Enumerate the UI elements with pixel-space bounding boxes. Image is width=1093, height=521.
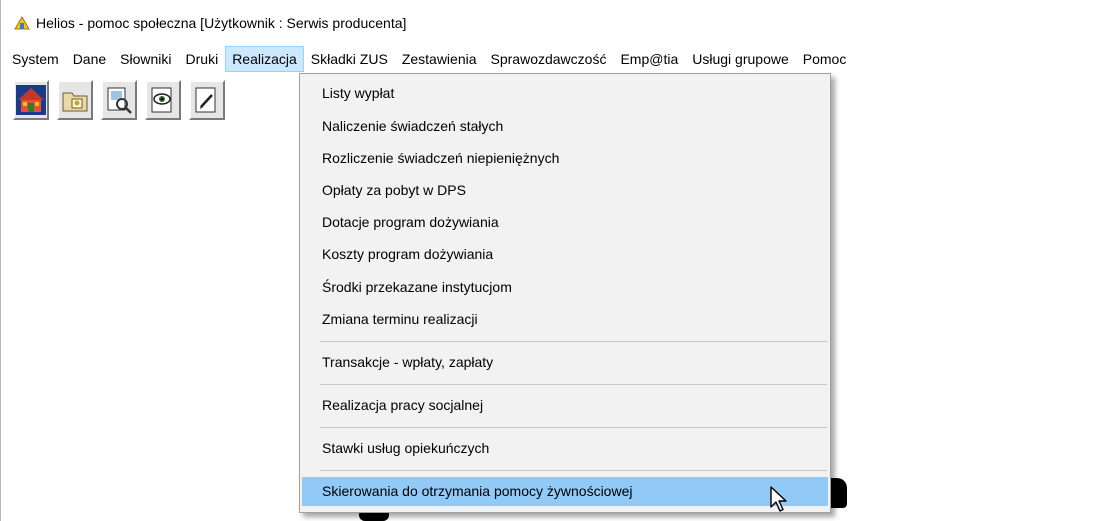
mouse-pointer-icon bbox=[770, 486, 787, 512]
menu-item-oplaty-dps[interactable]: Opłaty za pobyt w DPS bbox=[302, 176, 828, 205]
window-title: Helios - pomoc społeczna [Użytkownik : S… bbox=[36, 15, 407, 31]
menu-emptia[interactable]: Emp@tia bbox=[613, 46, 685, 72]
menu-separator bbox=[320, 384, 827, 385]
edit-document-button[interactable] bbox=[189, 80, 225, 120]
menu-sprawozdawczosc[interactable]: Sprawozdawczość bbox=[484, 46, 614, 72]
menu-dane[interactable]: Dane bbox=[66, 46, 113, 72]
menu-separator bbox=[320, 427, 827, 428]
menu-item-transakcje[interactable]: Transakcje - wpłaty, zapłaty bbox=[302, 348, 828, 377]
home-button[interactable] bbox=[13, 80, 49, 120]
document-search-icon bbox=[107, 87, 132, 114]
menu-zestawienia[interactable]: Zestawienia bbox=[395, 46, 484, 72]
menu-skladki-zus[interactable]: Składki ZUS bbox=[304, 46, 395, 72]
title-bar: Helios - pomoc społeczna [Użytkownik : S… bbox=[1, 10, 1093, 36]
menu-druki[interactable]: Druki bbox=[179, 46, 226, 72]
menu-separator bbox=[320, 470, 827, 471]
folder-icon bbox=[62, 92, 88, 112]
document-edit-icon bbox=[195, 87, 216, 113]
search-document-button[interactable] bbox=[101, 80, 137, 120]
menu-realizacja[interactable]: Realizacja bbox=[225, 46, 304, 72]
menu-item-zmiana-terminu[interactable]: Zmiana terminu realizacji bbox=[302, 305, 828, 334]
menu-bar: System Dane Słowniki Druki Realizacja Sk… bbox=[1, 46, 1093, 72]
menu-item-listy-wyplat[interactable]: Listy wypłat bbox=[302, 79, 828, 108]
menu-item-praca-socjalna[interactable]: Realizacja pracy socjalnej bbox=[302, 391, 828, 420]
toolbar bbox=[13, 80, 225, 128]
menu-system[interactable]: System bbox=[5, 46, 66, 72]
menu-item-srodki-instytucjom[interactable]: Środki przekazane instytucjom bbox=[302, 273, 828, 302]
menu-uslugi-grupowe[interactable]: Usługi grupowe bbox=[685, 46, 796, 72]
menu-item-rozliczenie-swiadczen[interactable]: Rozliczenie świadczeń niepieniężnych bbox=[302, 144, 828, 173]
menu-item-dotacje-dozywiania[interactable]: Dotacje program dożywiania bbox=[302, 208, 828, 237]
view-document-button[interactable] bbox=[145, 80, 181, 120]
app-logo-icon bbox=[14, 16, 30, 30]
menu-pomoc[interactable]: Pomoc bbox=[796, 46, 854, 72]
menu-slowniki[interactable]: Słowniki bbox=[113, 46, 178, 72]
menu-item-naliczenie-swiadczen[interactable]: Naliczenie świadczeń stałych bbox=[302, 112, 828, 141]
menu-item-skierowania-zywnosc[interactable]: Skierowania do otrzymania pomocy żywnośc… bbox=[302, 477, 828, 506]
document-eye-icon bbox=[151, 87, 172, 113]
menu-separator bbox=[320, 341, 827, 342]
menu-item-koszty-dozywiania[interactable]: Koszty program dożywiania bbox=[302, 240, 828, 269]
menu-item-stawki-uslug[interactable]: Stawki usług opiekuńczych bbox=[302, 434, 828, 463]
realizacja-dropdown-menu: Listy wypłat Naliczenie świadczeń stałyc… bbox=[299, 73, 831, 513]
house-icon bbox=[16, 85, 46, 115]
app-window: Helios - pomoc społeczna [Użytkownik : S… bbox=[0, 0, 1093, 521]
folder-button[interactable] bbox=[57, 80, 93, 120]
